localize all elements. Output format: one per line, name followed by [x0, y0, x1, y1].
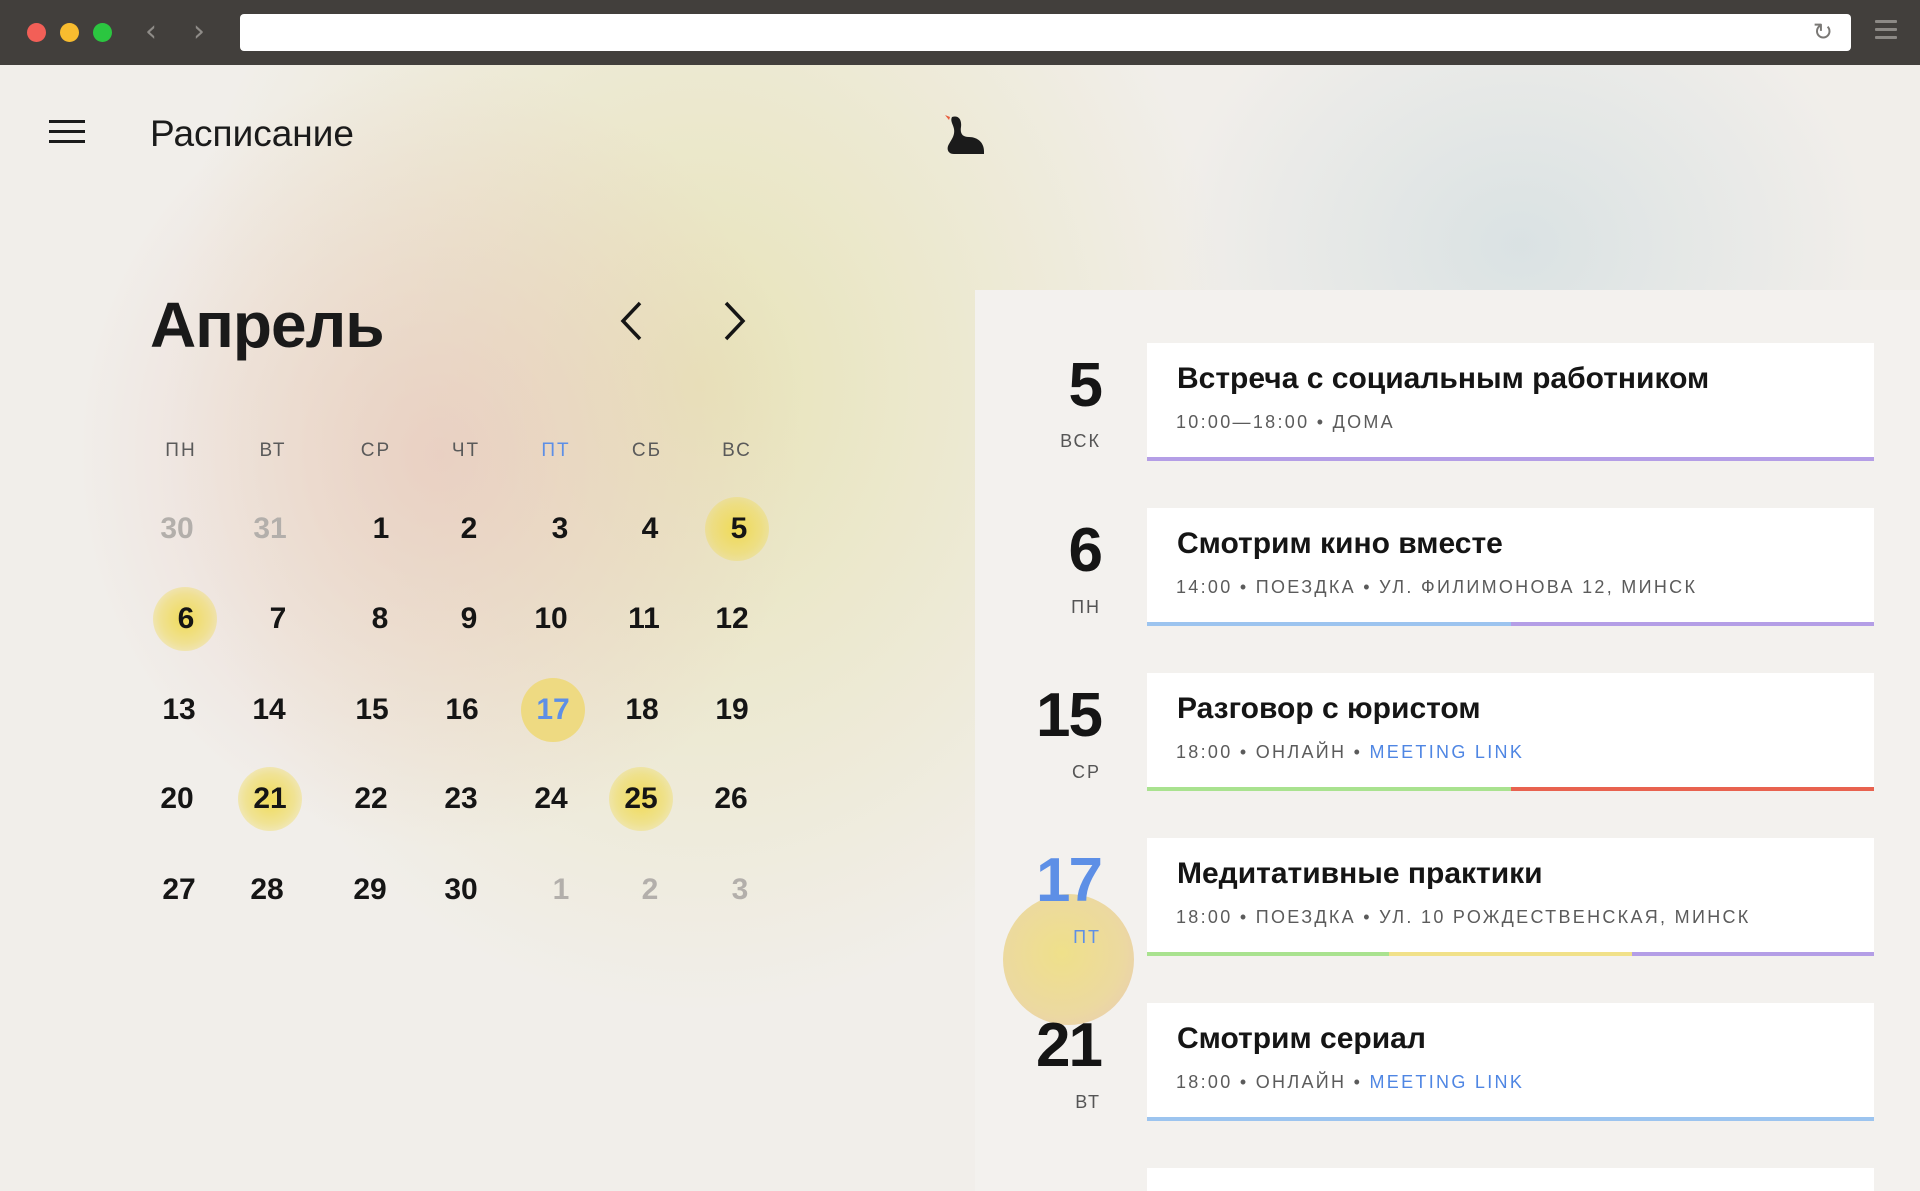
calendar-day[interactable]: 3: [520, 509, 600, 549]
event-card[interactable]: Встреча с социальным работником 10:00—18…: [1147, 343, 1874, 461]
calendar-day[interactable]: 10: [511, 599, 591, 639]
event-meta: 10:00—18:00 • ДОМА: [1176, 412, 1395, 433]
calendar-day[interactable]: 29: [330, 870, 410, 910]
event-meta-text: 10:00—18:00 • ДОМА: [1176, 412, 1395, 432]
event-date-weekday: ВТ: [1075, 1092, 1101, 1112]
calendar-day[interactable]: 13: [139, 690, 219, 730]
calendar-day[interactable]: 7: [238, 599, 318, 639]
weekday-label: ЧТ: [451, 440, 481, 461]
browser-toolbar: ‹ › ↻: [0, 0, 1920, 65]
calendar-day[interactable]: 31: [230, 509, 310, 549]
calendar-day[interactable]: 14: [229, 690, 309, 730]
event-card[interactable]: Разговор с юристом 18:00 • ОНЛАЙН • MEET…: [1147, 673, 1874, 791]
weekday-label: СБ: [631, 440, 663, 461]
event-category-bar: [1147, 622, 1874, 626]
calendar-day[interactable]: 3: [700, 870, 780, 910]
calendar-day[interactable]: 19: [692, 690, 772, 730]
calendar-day[interactable]: 30: [137, 509, 217, 549]
calendar-day[interactable]: 21: [230, 779, 310, 819]
event-date-weekday: ПН: [1071, 597, 1101, 617]
event-meta: 18:00 • ОНЛАЙН • MEETING LINK: [1176, 742, 1524, 763]
event-date-number: 5: [1068, 351, 1103, 420]
calendar-day[interactable]: 20: [137, 779, 217, 819]
calendar-day[interactable]: 8: [340, 599, 420, 639]
bird-logo-icon: [945, 115, 984, 154]
calendar-day[interactable]: 22: [331, 779, 411, 819]
calendar-day[interactable]: 2: [610, 870, 690, 910]
calendar-day[interactable]: 27: [139, 870, 219, 910]
calendar-day[interactable]: 28: [227, 870, 307, 910]
meeting-link[interactable]: MEETING LINK: [1370, 1072, 1525, 1092]
event-meta-text: 14:00 • ПОЕЗДКА • УЛ. ФИЛИМОНОВА 12, МИН…: [1176, 577, 1698, 597]
calendar-day[interactable]: 23: [421, 779, 501, 819]
event-meta: 14:00 • ПОЕЗДКА • УЛ. ФИЛИМОНОВА 12, МИН…: [1176, 577, 1697, 598]
calendar-day[interactable]: 16: [422, 690, 502, 730]
event-meta: 18:00 • ОНЛАЙН • MEETING LINK: [1176, 1072, 1524, 1093]
event-date-number: 21: [1036, 1011, 1103, 1080]
calendar-day[interactable]: 2: [429, 509, 509, 549]
event-title: Смотрим кино вместе: [1177, 527, 1503, 560]
maximize-window-button[interactable]: [93, 23, 112, 42]
weekday-label: ВТ: [259, 440, 287, 461]
weekday-label: ПН: [165, 440, 197, 461]
event-date-number: 15: [1036, 681, 1103, 750]
event-card[interactable]: Смотрим сериал 18:00 • ОНЛАЙН • MEETING …: [1147, 1003, 1874, 1121]
chevron-right-icon[interactable]: [722, 299, 748, 343]
event-date-weekday-today: ПТ: [1073, 927, 1101, 947]
event-card[interactable]: Медитативные практики 18:00 • ПОЕЗДКА • …: [1147, 838, 1874, 956]
minimize-window-button[interactable]: [60, 23, 79, 42]
weekday-label: ПТ: [541, 440, 571, 461]
calendar-day-today[interactable]: 17: [513, 690, 593, 730]
calendar-day[interactable]: 18: [602, 690, 682, 730]
browser-back-icon[interactable]: ‹: [145, 17, 157, 47]
calendar-day[interactable]: 11: [604, 599, 684, 639]
event-meta-text: 18:00 • ПОЕЗДКА • УЛ. 10 РОЖДЕСТВЕНСКАЯ,…: [1176, 907, 1751, 927]
event-meta-text: 18:00 • ОНЛАЙН •: [1176, 742, 1370, 762]
chevron-left-icon[interactable]: [618, 299, 644, 343]
browser-menu-icon[interactable]: [1875, 20, 1897, 44]
meeting-link[interactable]: MEETING LINK: [1370, 742, 1525, 762]
calendar-month-title: Апрель: [150, 289, 385, 361]
calendar-day[interactable]: 1: [521, 870, 601, 910]
calendar-day[interactable]: 12: [692, 599, 772, 639]
calendar-day[interactable]: 6: [146, 599, 226, 639]
close-window-button[interactable]: [27, 23, 46, 42]
event-card[interactable]: Смотрим кино вместе 14:00 • ПОЕЗДКА • УЛ…: [1147, 508, 1874, 626]
event-card-partial[interactable]: [1147, 1168, 1874, 1191]
reload-icon[interactable]: ↻: [1813, 18, 1833, 46]
calendar-day[interactable]: 30: [421, 870, 501, 910]
event-date-number-today: 17: [1036, 846, 1103, 915]
event-category-bar: [1147, 457, 1874, 461]
hamburger-icon[interactable]: [49, 120, 85, 150]
event-date-weekday: ВСК: [1060, 431, 1101, 451]
browser-forward-icon[interactable]: ›: [193, 17, 205, 47]
event-category-bar: [1147, 787, 1874, 791]
event-meta-text: 18:00 • ОНЛАЙН •: [1176, 1072, 1370, 1092]
calendar-day[interactable]: 1: [341, 509, 421, 549]
weekday-label: ВС: [722, 440, 752, 461]
event-category-bar: [1147, 952, 1874, 956]
event-date-weekday: СР: [1071, 762, 1101, 782]
calendar-day[interactable]: 5: [699, 509, 779, 549]
event-title: Разговор с юристом: [1177, 692, 1481, 725]
event-date-number: 6: [1068, 516, 1103, 585]
address-bar[interactable]: ↻: [240, 14, 1851, 51]
page: Расписание Апрель ПН ВТ СР ЧТ ПТ СБ ВС 3…: [0, 65, 1920, 1191]
weekday-label: СР: [360, 440, 392, 461]
event-category-bar: [1147, 1117, 1874, 1121]
event-title: Встреча с социальным работником: [1177, 362, 1710, 395]
event-meta: 18:00 • ПОЕЗДКА • УЛ. 10 РОЖДЕСТВЕНСКАЯ,…: [1176, 907, 1751, 928]
calendar-day[interactable]: 26: [691, 779, 771, 819]
calendar-day[interactable]: 25: [601, 779, 681, 819]
calendar-day[interactable]: 24: [511, 779, 591, 819]
calendar-day[interactable]: 15: [332, 690, 412, 730]
page-title: Расписание: [150, 113, 354, 154]
calendar-day[interactable]: 4: [610, 509, 690, 549]
event-title: Смотрим сериал: [1177, 1022, 1426, 1055]
calendar-day[interactable]: 9: [429, 599, 509, 639]
event-title: Медитативные практики: [1177, 857, 1543, 890]
